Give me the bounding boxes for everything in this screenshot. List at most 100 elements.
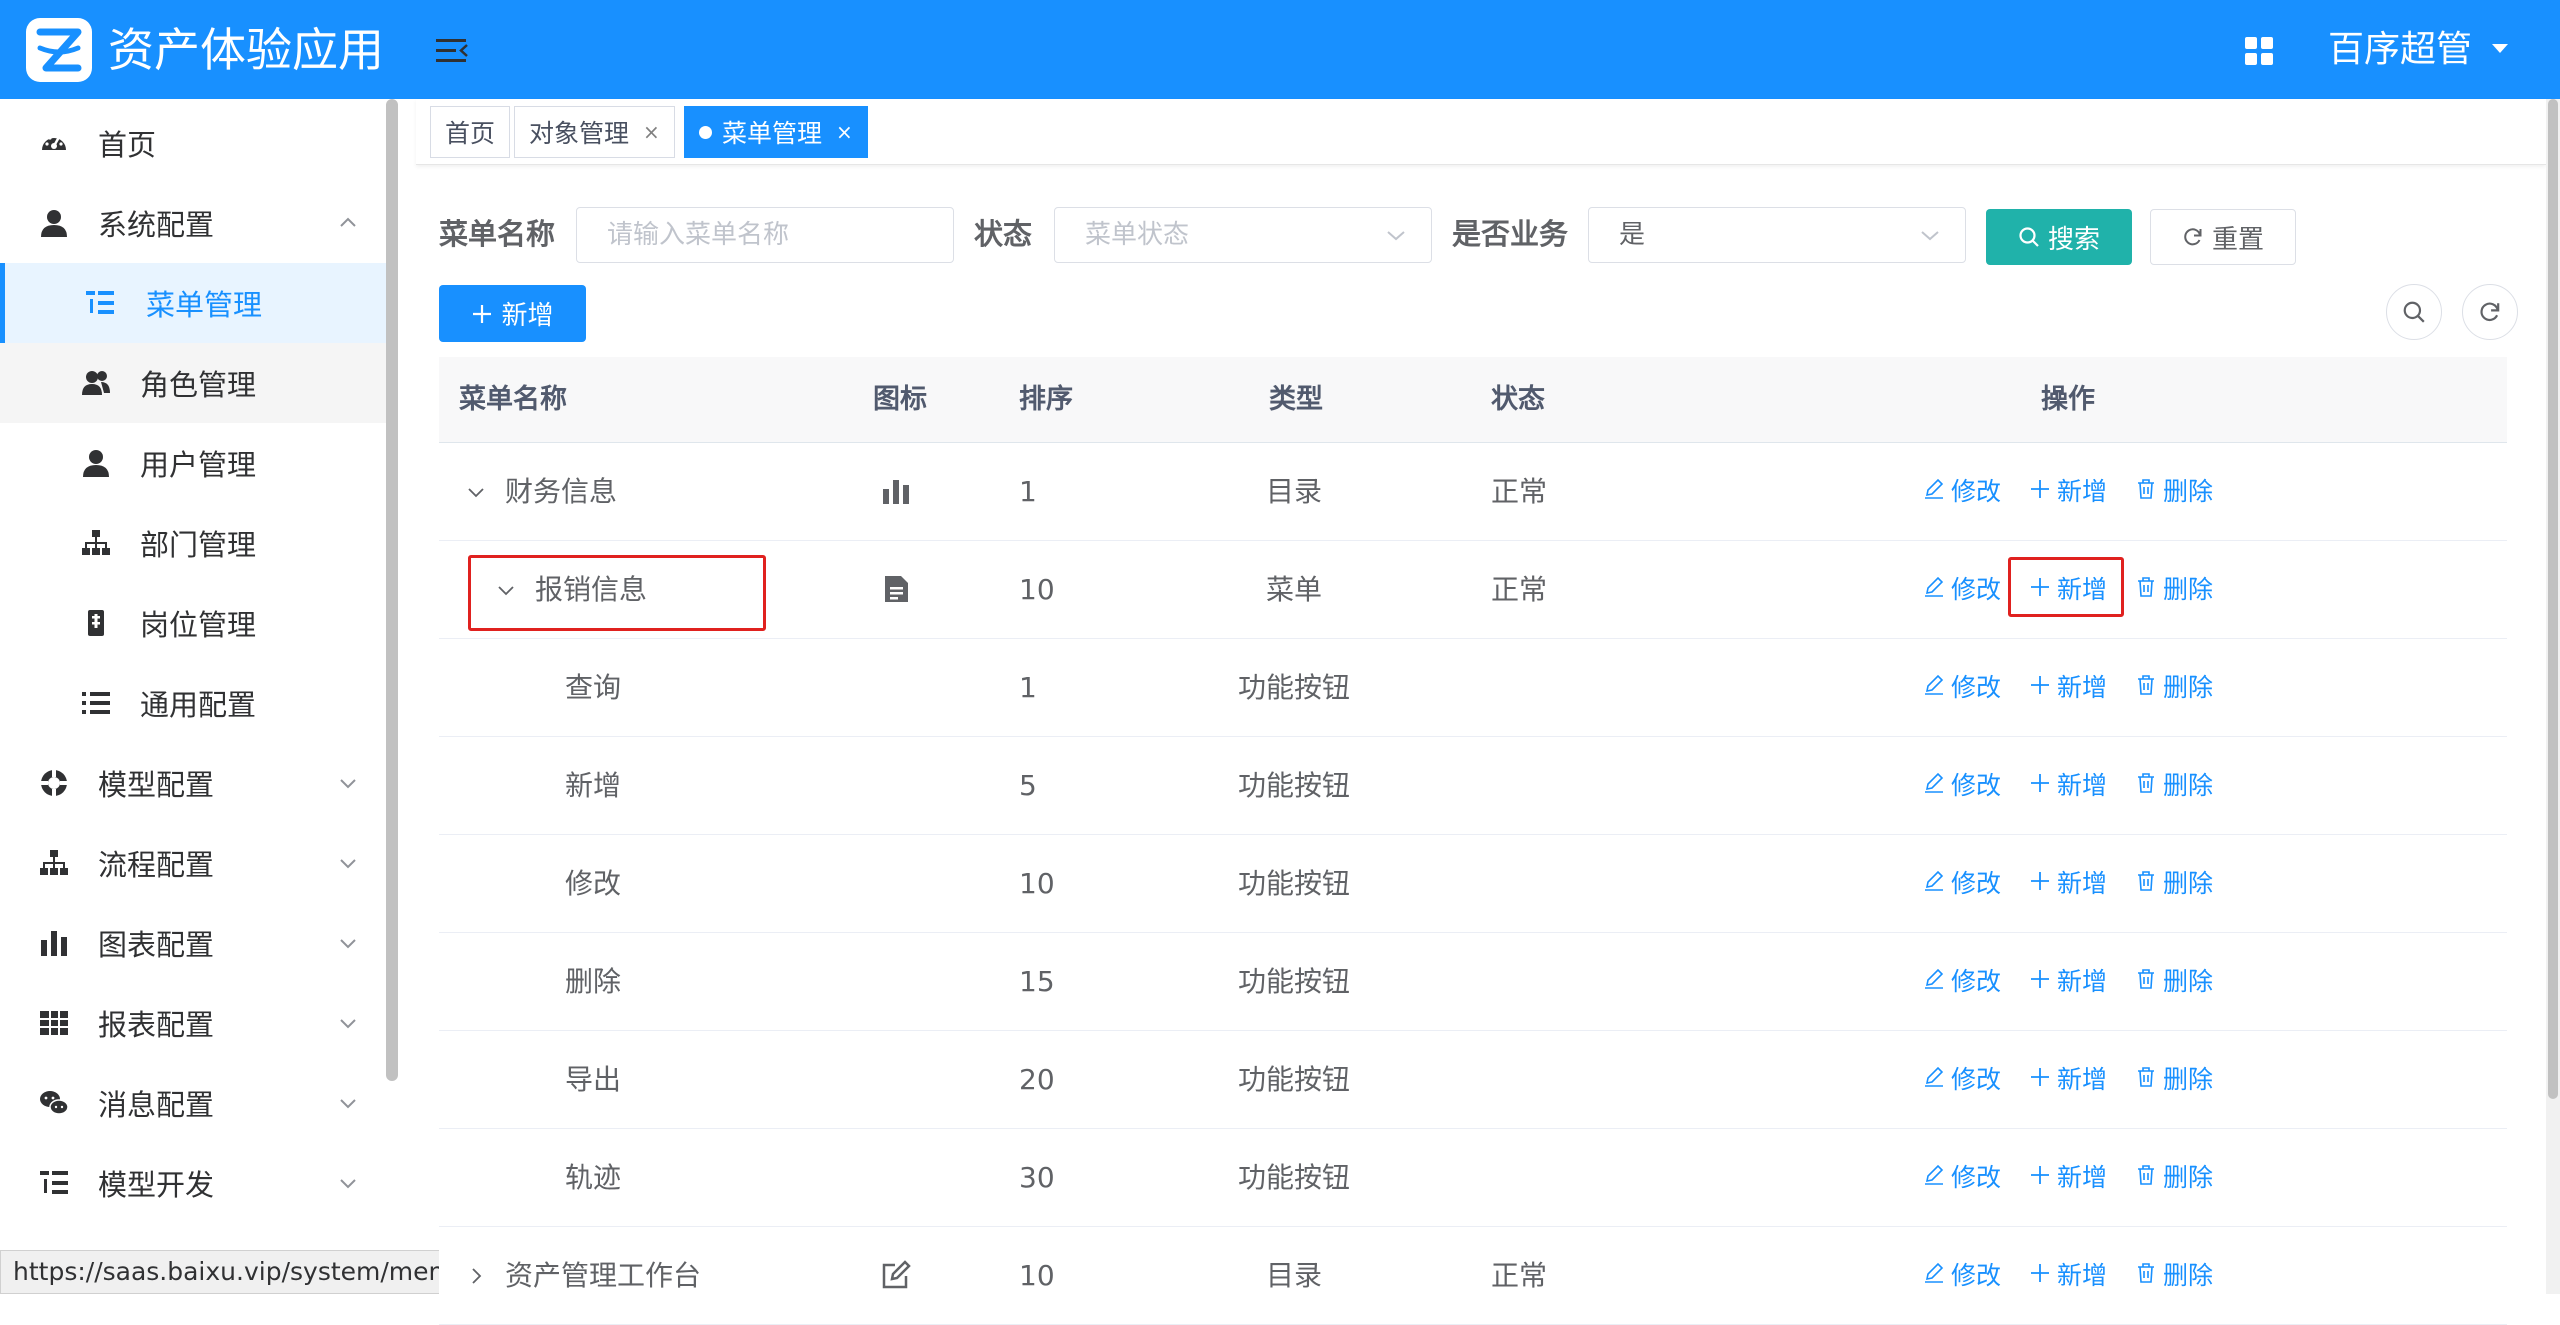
edit-action[interactable]: 修改 — [1923, 570, 2001, 610]
cell-type: 功能按钮 — [1237, 1161, 1350, 1194]
sidebar-item-label: 首页 — [98, 128, 157, 162]
column-header-sort: 排序 — [1019, 384, 1073, 415]
sidebar-item-model-dev[interactable]: 模型开发 — [0, 1143, 386, 1223]
search-icon — [2019, 227, 2039, 247]
edit-action[interactable]: 修改 — [1923, 1060, 2001, 1100]
menu-name-input[interactable]: 请输入菜单名称 — [576, 207, 954, 263]
add-action-label: 新增 — [2057, 967, 2108, 996]
sidebar-item-user-management[interactable]: 用户管理 — [0, 423, 386, 503]
delete-action[interactable]: 删除 — [2135, 668, 2213, 708]
tab-object-management[interactable]: 对象管理 × — [514, 106, 675, 158]
add-menu-button[interactable]: 新增 — [439, 285, 586, 342]
chevron-right-icon[interactable] — [467, 1267, 485, 1285]
edit-action-label: 修改 — [1951, 1261, 2002, 1290]
status-select[interactable]: 菜单状态 — [1054, 207, 1432, 263]
sidebar-item-role-management[interactable]: 角色管理 — [0, 343, 386, 423]
delete-action[interactable]: 删除 — [2135, 1060, 2213, 1100]
user-name[interactable]: 百序超管 — [2328, 24, 2472, 76]
add-action[interactable]: 新增 — [2029, 864, 2107, 904]
tags-view: 首页 对象管理 × 菜单管理 × — [416, 99, 2546, 165]
scrollbar-thumb[interactable] — [2548, 99, 2558, 1099]
dashboard-icon — [38, 127, 70, 159]
add-action[interactable]: 新增 — [2029, 766, 2107, 806]
edit-action[interactable]: 修改 — [1923, 864, 2001, 904]
delete-action[interactable]: 删除 — [2135, 962, 2213, 1002]
delete-action-label: 删除 — [2163, 869, 2214, 898]
search-button[interactable]: 搜索 — [1986, 209, 2132, 265]
cell-menu-name: 资产管理工作台 — [505, 1259, 702, 1292]
sidebar-item-dept-management[interactable]: 部门管理 — [0, 503, 386, 583]
delete-action-label: 删除 — [2163, 771, 2214, 800]
bar-chart-icon — [881, 476, 911, 506]
cell-type: 功能按钮 — [1237, 769, 1350, 802]
toggle-search-button[interactable] — [2386, 284, 2442, 340]
add-action[interactable]: 新增 — [2029, 962, 2107, 1002]
business-select[interactable]: 是 — [1588, 207, 1966, 263]
sidebar-item-report-config[interactable]: 报表配置 — [0, 983, 386, 1063]
sidebar-scrollbar[interactable] — [386, 99, 398, 1081]
tab-home[interactable]: 首页 — [430, 106, 511, 158]
sidebar-item-post-management[interactable]: 岗位管理 — [0, 583, 386, 663]
sidebar-item-general-config[interactable]: 通用配置 — [0, 663, 386, 743]
sidebar-item-system-config[interactable]: 系统配置 — [0, 183, 386, 263]
tab-menu-management[interactable]: 菜单管理 × — [684, 106, 868, 158]
sidebar-item-chart-config[interactable]: 图表配置 — [0, 903, 386, 983]
cell-status: 正常 — [1491, 1259, 1548, 1292]
apps-grid-icon[interactable] — [2244, 36, 2274, 66]
delete-action[interactable]: 删除 — [2135, 1256, 2213, 1296]
add-action[interactable]: 新增 — [2029, 1158, 2107, 1198]
refresh-table-button[interactable] — [2462, 284, 2518, 340]
cell-sort: 20 — [1019, 1063, 1055, 1096]
cell-sort: 1 — [1019, 475, 1037, 508]
sidebar-item-home[interactable]: 首页 — [0, 103, 386, 183]
close-icon[interactable]: × — [836, 120, 853, 144]
delete-action[interactable]: 删除 — [2135, 570, 2213, 610]
table-header: 菜单名称 图标 排序 类型 状态 操作 — [439, 357, 2507, 443]
sidebar-toggle-icon[interactable] — [436, 36, 470, 66]
add-action[interactable]: 新增 — [2029, 1256, 2107, 1296]
add-action[interactable]: 新增 — [2029, 668, 2107, 708]
column-header-name: 菜单名称 — [459, 384, 567, 415]
sidebar-item-flow-config[interactable]: 流程配置 — [0, 823, 386, 903]
edit-action[interactable]: 修改 — [1923, 472, 2001, 512]
sidebar-item-message-config[interactable]: 消息配置 — [0, 1063, 386, 1143]
add-action[interactable]: 新增 — [2029, 472, 2107, 512]
plus-icon — [2029, 472, 2051, 512]
cell-sort: 5 — [1019, 769, 1037, 802]
close-icon[interactable]: × — [643, 120, 660, 144]
edit-action[interactable]: 修改 — [1923, 1256, 2001, 1296]
cell-status: 正常 — [1491, 573, 1548, 606]
edit-action[interactable]: 修改 — [1923, 668, 2001, 708]
cell-sort: 1 — [1019, 671, 1037, 704]
chevron-down-icon[interactable] — [467, 483, 485, 501]
edit-action[interactable]: 修改 — [1923, 962, 2001, 1002]
delete-action-label: 删除 — [2163, 575, 2214, 604]
bar-chart-icon — [38, 927, 70, 959]
delete-action-label: 删除 — [2163, 967, 2214, 996]
trash-icon — [2135, 1158, 2157, 1198]
add-action-label: 新增 — [2057, 1261, 2108, 1290]
delete-action[interactable]: 删除 — [2135, 864, 2213, 904]
page-scrollbar[interactable] — [2546, 99, 2560, 1294]
reset-button[interactable]: 重置 — [2150, 209, 2296, 265]
sidebar-item-label: 模型开发 — [98, 1168, 215, 1202]
edit-icon — [1923, 472, 1945, 512]
edit-action[interactable]: 修改 — [1923, 766, 2001, 806]
tree-icon — [38, 847, 70, 879]
tree-icon — [80, 527, 112, 559]
sidebar-item-menu-management[interactable]: 菜单管理 — [0, 263, 386, 343]
edit-action[interactable]: 修改 — [1923, 1158, 2001, 1198]
status-select-placeholder: 菜单状态 — [1085, 220, 1190, 250]
chevron-down-icon — [340, 939, 356, 949]
delete-action[interactable]: 删除 — [2135, 766, 2213, 806]
cell-menu-name: 查询 — [565, 671, 622, 704]
app-logo — [26, 18, 92, 82]
delete-action[interactable]: 删除 — [2135, 472, 2213, 512]
caret-down-icon[interactable] — [2492, 44, 2508, 53]
sidebar-item-label: 用户管理 — [140, 448, 257, 482]
cell-sort: 10 — [1019, 1259, 1055, 1292]
sidebar-item-model-config[interactable]: 模型配置 — [0, 743, 386, 823]
delete-action[interactable]: 删除 — [2135, 1158, 2213, 1198]
add-action[interactable]: 新增 — [2029, 1060, 2107, 1100]
plus-icon — [2029, 668, 2051, 708]
